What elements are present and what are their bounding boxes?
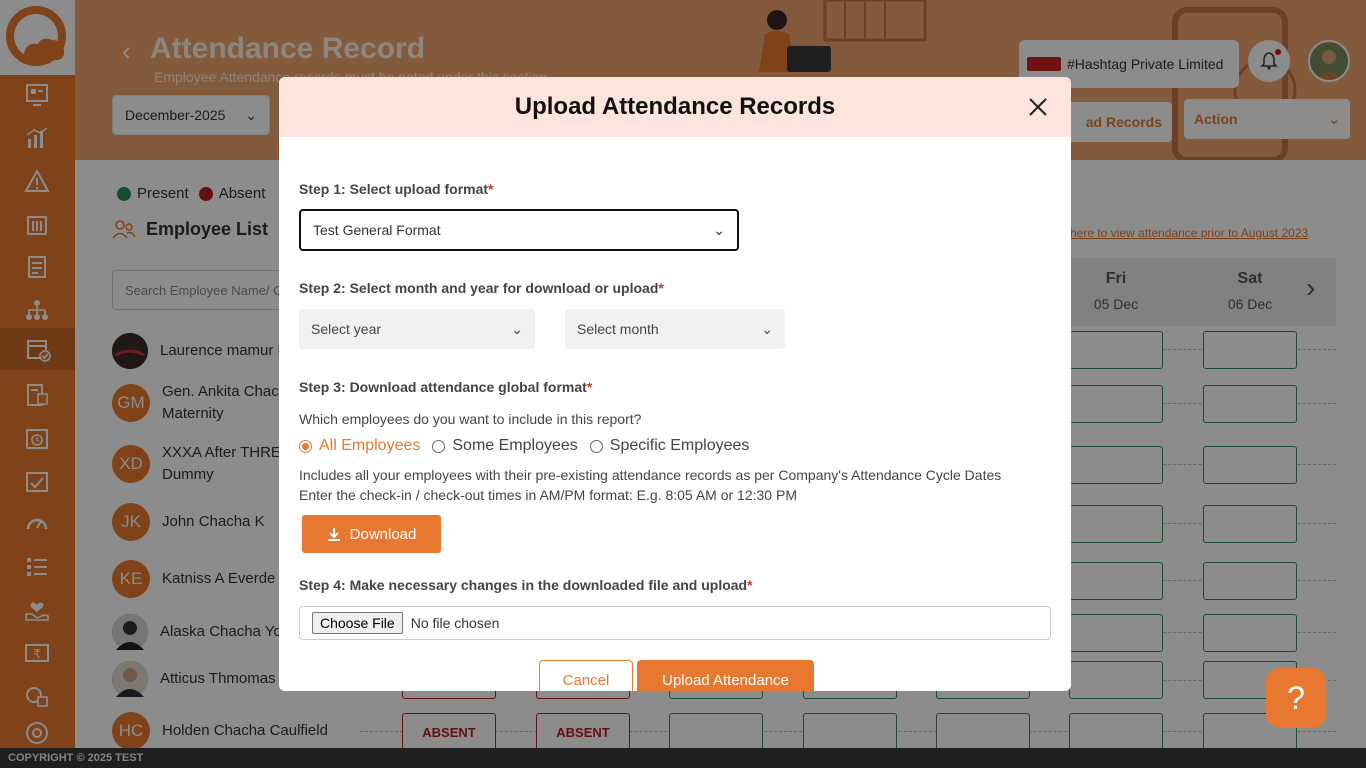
help-button[interactable]: ? <box>1266 668 1326 728</box>
required-mark: * <box>586 379 593 395</box>
radio-circle <box>589 439 603 453</box>
chevron-down-icon: ⌄ <box>713 221 725 238</box>
choose-file-button[interactable]: Choose File <box>312 612 403 634</box>
time-format-hint: Enter the check-in / check-out times in … <box>299 487 797 503</box>
required-mark: * <box>658 280 664 296</box>
radio-label: Specific Employees <box>609 437 750 454</box>
radio-circle <box>432 439 446 453</box>
file-upload-input[interactable]: Choose File No file chosen <box>299 606 1051 640</box>
step3-text: Step 3: Download attendance global forma… <box>299 379 587 395</box>
step1-label: Step 1: Select upload format* <box>299 181 494 197</box>
download-label: Download <box>349 525 417 543</box>
required-mark: * <box>747 577 753 593</box>
file-status: No file chosen <box>410 615 500 631</box>
cancel-button[interactable]: Cancel <box>539 660 633 691</box>
download-icon <box>327 528 340 541</box>
step4-label: Step 4: Make necessary changes in the do… <box>299 577 753 593</box>
scope-description: Includes all your employees with their p… <box>299 467 1002 483</box>
chevron-down-icon: ⌄ <box>511 320 523 337</box>
modal-header: Upload Attendance Records <box>279 77 1071 137</box>
radio-all-employees[interactable]: All Employees <box>299 437 420 455</box>
radio-circle <box>299 439 312 453</box>
chevron-down-icon: ⌄ <box>761 320 773 337</box>
radio-label: All Employees <box>319 437 421 454</box>
employee-scope-radio-group: All Employees Some Employees Specific Em… <box>299 437 761 455</box>
step3-label: Step 3: Download attendance global forma… <box>299 379 592 395</box>
upload-format-select[interactable]: Test General Format ⌄ <box>299 209 739 251</box>
upload-attendance-button[interactable]: Upload Attendance <box>637 660 814 691</box>
employee-scope-question: Which employees do you want to include i… <box>299 411 642 427</box>
step4-text: Step 4: Make necessary changes in the do… <box>299 577 748 593</box>
year-select-value: Select year <box>311 321 382 337</box>
radio-specific-employees[interactable]: Specific Employees <box>589 437 750 455</box>
radio-label: Some Employees <box>452 437 578 454</box>
step1-text: Step 1: Select upload format <box>299 181 489 197</box>
month-select-value: Select month <box>577 321 659 337</box>
download-button[interactable]: Download <box>302 515 441 553</box>
step2-label: Step 2: Select month and year for downlo… <box>299 280 664 296</box>
year-select[interactable]: Select year ⌄ <box>299 309 535 349</box>
close-icon[interactable] <box>1025 94 1051 120</box>
upload-format-value: Test General Format <box>313 222 441 238</box>
required-mark: * <box>488 181 494 197</box>
radio-some-employees[interactable]: Some Employees <box>432 437 578 455</box>
upload-attendance-modal: Upload Attendance Records Step 1: Select… <box>279 77 1071 691</box>
month-select[interactable]: Select month ⌄ <box>565 309 785 349</box>
modal-title: Upload Attendance Records <box>514 93 836 120</box>
step2-text: Step 2: Select month and year for downlo… <box>299 280 659 296</box>
